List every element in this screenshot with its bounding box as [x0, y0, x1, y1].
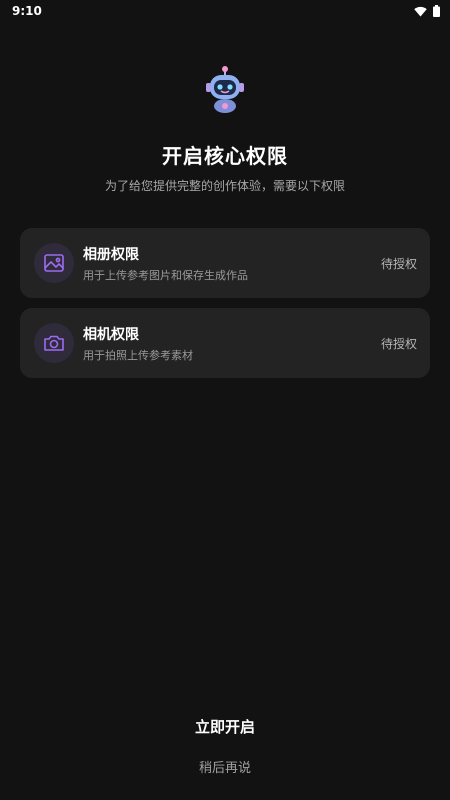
- robot-mascot-icon: [203, 66, 247, 114]
- permission-description: 用于拍照上传参考素材: [83, 349, 193, 362]
- page-title: 开启核心权限: [162, 144, 288, 168]
- permission-description: 用于上传参考图片和保存生成作品: [83, 269, 248, 282]
- battery-icon: [433, 2, 440, 21]
- gallery-icon: [34, 243, 74, 283]
- page-subtitle: 为了给您提供完整的创作体验，需要以下权限: [104, 179, 345, 193]
- status-time: 9:10: [12, 4, 42, 18]
- permission-card-camera[interactable]: 相机权限 用于拍照上传参考素材 待授权: [20, 308, 430, 378]
- wifi-icon: [414, 2, 427, 21]
- permission-card-gallery[interactable]: 相册权限 用于上传参考图片和保存生成作品 待授权: [20, 228, 430, 298]
- status-bar: 9:10: [0, 0, 450, 22]
- later-button[interactable]: 稍后再说: [150, 756, 300, 776]
- permission-status: 待授权: [380, 337, 417, 351]
- permission-status: 待授权: [380, 257, 417, 271]
- status-icons: [414, 2, 440, 21]
- permission-title: 相册权限: [83, 247, 139, 263]
- permission-title: 相机权限: [83, 327, 139, 343]
- camera-icon: [34, 323, 74, 363]
- enable-now-button[interactable]: 立即开启: [125, 714, 325, 738]
